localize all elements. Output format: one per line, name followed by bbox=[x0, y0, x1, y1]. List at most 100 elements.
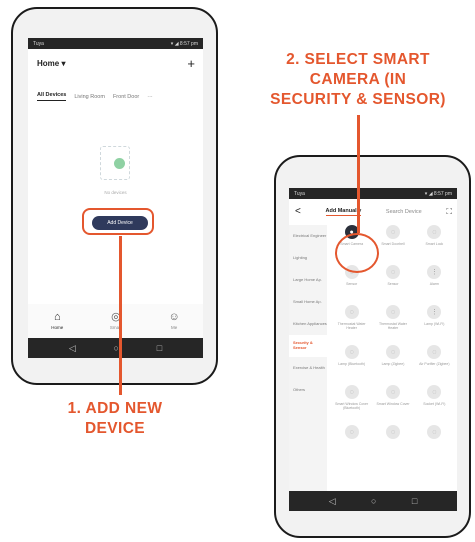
category-item[interactable]: Security & Sensor bbox=[289, 335, 327, 357]
status-icons: ▾ ◢ 8:57 pm bbox=[170, 40, 198, 47]
add-manually-screen: Tuya ▾ ◢ 8:57 pm < Add Manually Search D… bbox=[289, 188, 457, 511]
device-tile[interactable]: ◌ Lamp (Zigbee) bbox=[372, 345, 413, 379]
device-tile[interactable]: ◌ Smart Window Cover (Bluetooth) bbox=[331, 385, 372, 419]
device-icon: ◌ bbox=[385, 425, 400, 439]
device-icon: ◌ bbox=[385, 345, 400, 359]
add-manually-header: < Add Manually Search Device ⛶ bbox=[295, 206, 452, 218]
category-item[interactable]: Others bbox=[289, 379, 327, 401]
device-tile[interactable]: ◌ Socket (Wi-Fi) bbox=[414, 385, 455, 419]
device-tile[interactable]: ◌ Air Purifier (Zigbee) bbox=[414, 345, 455, 379]
device-icon: ◌ bbox=[427, 385, 442, 399]
device-label: Smart Window Cover bbox=[376, 402, 410, 406]
tab-add-manually[interactable]: Add Manually bbox=[325, 208, 362, 216]
device-icon: ◌ bbox=[427, 425, 442, 439]
home-screen: Tuya ▾ ◢ 8:57 pm Home ▾ + All Devices Li… bbox=[28, 38, 203, 358]
device-tile[interactable]: ◌ Smart Lock bbox=[414, 225, 455, 259]
category-list: Electrical Engineer Lighting Large Home Ap… bbox=[289, 225, 327, 491]
back-nav-icon[interactable]: ◁ bbox=[329, 496, 336, 506]
device-tile[interactable]: ◌ Thermostat Water Heater bbox=[372, 305, 413, 339]
device-label: Lamp (Zigbee) bbox=[381, 362, 405, 366]
device-label: Smart Window Cover (Bluetooth) bbox=[335, 402, 369, 411]
device-icon: ◌ bbox=[385, 385, 400, 399]
device-icon: ◌ bbox=[344, 425, 359, 439]
tab-front-door[interactable]: Front Door bbox=[113, 94, 139, 100]
phone-add-manually-screen: Tuya ▾ ◢ 8:57 pm < Add Manually Search D… bbox=[274, 155, 471, 538]
device-label: Sensor bbox=[346, 282, 358, 286]
device-tile[interactable]: ⋮ Lamp (Wi-Fi) bbox=[414, 305, 455, 339]
bottom-tab-home[interactable]: ⌂ Home bbox=[51, 311, 64, 331]
android-nav-bar: ◁ ○ □ bbox=[28, 338, 203, 358]
room-tabs: All Devices Living Room Front Door ··· bbox=[37, 92, 197, 101]
device-icon: ◌ bbox=[344, 345, 359, 359]
recents-nav-icon[interactable]: □ bbox=[412, 496, 417, 506]
tab-all-devices[interactable]: All Devices bbox=[37, 92, 67, 101]
status-bar: Tuya ▾ ◢ 8:57 pm bbox=[28, 38, 203, 49]
add-device-highlight bbox=[82, 208, 154, 235]
home-selector[interactable]: Home ▾ bbox=[37, 59, 65, 68]
home-icon: ⌂ bbox=[53, 311, 61, 323]
add-icon[interactable]: + bbox=[187, 57, 195, 70]
device-icon: ◌ bbox=[344, 305, 359, 319]
category-item[interactable]: Small Home Ap. bbox=[289, 291, 327, 313]
bottom-tab-me[interactable]: ☺ Me bbox=[168, 311, 180, 331]
device-label: Sensor bbox=[387, 282, 399, 286]
bottom-tab-label: Home bbox=[51, 325, 64, 330]
device-label: Lamp (Wi-Fi) bbox=[424, 322, 445, 326]
callout-step-2: 2. SELECT SMART CAMERA (IN SECURITY & SENS… bbox=[270, 51, 446, 108]
recents-nav-icon[interactable]: □ bbox=[157, 343, 162, 353]
bottom-tab-label: Me bbox=[170, 325, 178, 330]
device-tile[interactable]: ◌ bbox=[331, 425, 372, 459]
device-icon: ◌ bbox=[427, 225, 442, 239]
device-icon: ◌ bbox=[427, 345, 442, 359]
empty-state-text: No devices bbox=[104, 190, 127, 195]
device-tile[interactable]: ◌ Lamp (Bluetooth) bbox=[331, 345, 372, 379]
category-item[interactable]: Lighting bbox=[289, 247, 327, 269]
category-item[interactable]: Exercise & Health bbox=[289, 357, 327, 379]
device-icon: ◌ bbox=[385, 225, 400, 239]
device-label: Thermostat Water Heater bbox=[379, 322, 407, 331]
bottom-tab-bar: ⌂ Home ◎ Smart ☺ Me bbox=[28, 304, 203, 338]
tab-search-device[interactable]: Search Device bbox=[386, 209, 422, 215]
back-icon[interactable]: < bbox=[295, 207, 301, 217]
device-label: Smart Doorbell bbox=[381, 242, 405, 246]
device-label: Alarm bbox=[429, 282, 439, 286]
android-nav-bar: ◁ ○ □ bbox=[289, 491, 457, 511]
scan-icon[interactable]: ⛶ bbox=[446, 207, 452, 217]
status-bar: Tuya ▾ ◢ 8:57 pm bbox=[289, 188, 457, 199]
tab-living-room[interactable]: Living Room bbox=[74, 94, 105, 100]
category-item[interactable]: Large Home Ap. bbox=[289, 269, 327, 291]
callout-1-leader bbox=[119, 236, 122, 395]
home-nav-icon[interactable]: ○ bbox=[371, 496, 376, 506]
device-icon: ◌ bbox=[385, 265, 400, 279]
device-tile[interactable]: ⋮ Alarm bbox=[414, 265, 455, 299]
device-label: Lamp (Bluetooth) bbox=[338, 362, 366, 366]
device-label: Thermostat Water Heater bbox=[337, 322, 366, 331]
device-icon: ◌ bbox=[385, 305, 400, 319]
device-icon: ◌ bbox=[344, 385, 359, 399]
device-label: Socket (Wi-Fi) bbox=[423, 402, 446, 406]
device-label: Smart Lock bbox=[425, 242, 444, 246]
more-tabs-icon[interactable]: ··· bbox=[147, 94, 153, 100]
status-icons: ▾ ◢ 8:57 pm bbox=[424, 190, 452, 197]
category-item[interactable]: Kitchen Appliances bbox=[289, 313, 327, 335]
callout-step-1: 1. ADD NEW DEVICE bbox=[67, 400, 163, 437]
category-item[interactable]: Electrical Engineer bbox=[289, 225, 327, 247]
smart-camera-highlight bbox=[335, 233, 379, 273]
callout-2-leader bbox=[357, 115, 360, 233]
device-label: Air Purifier (Zigbee) bbox=[419, 362, 450, 366]
device-tile[interactable]: ◌ Sensor bbox=[372, 265, 413, 299]
check-icon bbox=[114, 158, 125, 169]
home-header: Home ▾ + bbox=[37, 56, 195, 70]
device-icon: ⋮ bbox=[427, 265, 442, 279]
status-carrier: Tuya bbox=[294, 190, 305, 197]
profile-icon: ☺ bbox=[168, 311, 180, 323]
device-icon: ⋮ bbox=[427, 305, 442, 319]
empty-state-illustration bbox=[100, 146, 130, 180]
back-nav-icon[interactable]: ◁ bbox=[69, 343, 76, 353]
device-tile[interactable]: ◌ Smart Window Cover bbox=[372, 385, 413, 419]
device-tile[interactable]: ◌ bbox=[372, 425, 413, 459]
device-tile[interactable]: ◌ bbox=[414, 425, 455, 459]
status-carrier: Tuya bbox=[33, 40, 44, 47]
phone-home-screen: Tuya ▾ ◢ 8:57 pm Home ▾ + All Devices Li… bbox=[11, 7, 218, 385]
device-tile[interactable]: ◌ Thermostat Water Heater bbox=[331, 305, 372, 339]
